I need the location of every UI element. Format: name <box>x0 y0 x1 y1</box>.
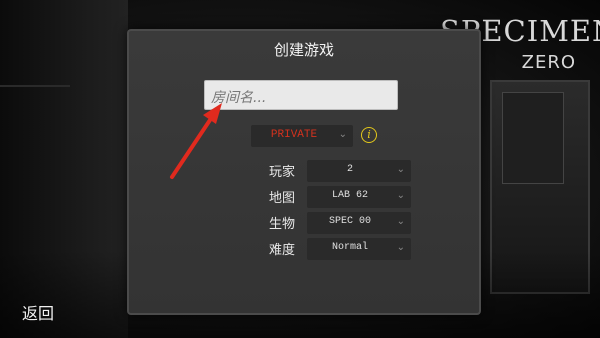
arrow-annotation <box>170 103 222 179</box>
